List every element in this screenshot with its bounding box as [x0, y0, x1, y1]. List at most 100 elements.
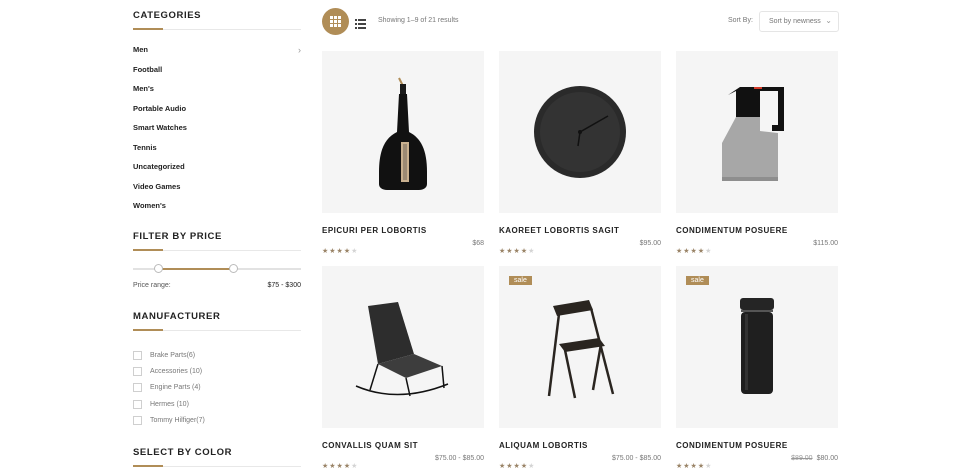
product-card[interactable]: CONVALLIS QUAM SIT ★★★★★ $75.00 - $85.00 [322, 266, 484, 470]
manufacturer-item-accessories[interactable]: Accessories (10) [133, 363, 301, 379]
slider-min-handle[interactable] [154, 264, 163, 273]
slider-max-handle[interactable] [229, 264, 238, 273]
product-image[interactable]: sale [499, 266, 661, 428]
rating-stars: ★★★★★ [322, 463, 359, 470]
category-label: Smart Watches [133, 123, 187, 132]
product-meta: ★★★★★ $75.00 - $85.00 [322, 455, 484, 470]
title-divider [133, 465, 301, 467]
manufacturer-item-engine-parts[interactable]: Engine Parts (4) [133, 380, 301, 396]
checkbox[interactable] [133, 415, 142, 425]
chevron-down-icon: ⌄ [825, 16, 832, 25]
title-divider [133, 249, 301, 251]
price-range-label: Price range: [133, 282, 171, 289]
price-current: $95.00 [639, 240, 661, 247]
product-price: $115.00 [813, 240, 838, 247]
product-card[interactable]: EPICURI PER LOBORTIS ★★★★★ $68 [322, 51, 484, 255]
price-current: $115.00 [813, 240, 838, 247]
price-old: $89.00 [791, 455, 813, 462]
product-price: $95.00 [640, 240, 661, 247]
filter-title: FILTER BY PRICE [133, 231, 222, 242]
price-slider[interactable] [133, 264, 301, 274]
grid-icon [330, 16, 341, 27]
grid-view-button[interactable] [322, 8, 349, 35]
product-price: $75.00 - $85.00 [435, 455, 484, 462]
category-item-smart-watches[interactable]: Smart Watches [133, 122, 301, 142]
product-meta: ★★★★★ $95.00 [499, 240, 661, 255]
rating-stars: ★★★★★ [499, 463, 536, 470]
result-count: Showing 1–9 of 21 results [378, 17, 459, 24]
category-item-portable-audio[interactable]: Portable Audio [133, 103, 301, 123]
manufacturer-item-brake-parts[interactable]: Brake Parts(6) [133, 347, 301, 363]
category-item-mens[interactable]: Men's [133, 83, 301, 103]
product-image[interactable]: sale [676, 266, 838, 428]
jug-image [722, 87, 784, 181]
category-label: Uncategorized [133, 162, 185, 171]
product-card[interactable]: KAOREET LOBORTIS SAGIT ★★★★★ $95.00 [499, 51, 661, 255]
product-price: $75.00 - $85.00 [612, 455, 661, 462]
product-name[interactable]: KAOREET LOBORTIS SAGIT [499, 226, 661, 235]
product-card[interactable]: sale CONDIMENTUM POSUERE ★★★★★ $89.00 $80… [676, 266, 838, 470]
list-view-button[interactable] [355, 16, 366, 29]
product-price: $89.00 $80.00 [791, 455, 838, 462]
product-name[interactable]: EPICURI PER LOBORTIS [322, 226, 484, 235]
product-name[interactable]: CONVALLIS QUAM SIT [322, 441, 484, 450]
category-label: Portable Audio [133, 103, 187, 113]
price-range-row: Price range: $75 - $300 [133, 282, 301, 289]
manufacturer-item-tommy-hilfiger[interactable]: Tommy Hilfiger(7) [133, 412, 301, 428]
product-meta: ★★★★★ $68 [322, 240, 484, 255]
checkbox[interactable] [133, 383, 142, 393]
slider-range [158, 268, 233, 270]
list-icon [355, 19, 366, 29]
category-item-football[interactable]: Football [133, 64, 301, 84]
product-image[interactable] [322, 51, 484, 213]
category-label: Football [133, 64, 163, 74]
rating-stars: ★★★★★ [676, 463, 713, 470]
category-item-video-games[interactable]: Video Games [133, 181, 301, 201]
chevron-right-icon[interactable]: › [298, 44, 301, 56]
color-widget: SELECT BY COLOR [133, 447, 301, 467]
sort-label: Sort By: [728, 17, 753, 24]
categories-title: CATEGORIES [133, 10, 202, 21]
rating-stars: ★★★★★ [499, 248, 536, 255]
title-divider [133, 329, 301, 331]
color-title: SELECT BY COLOR [133, 447, 233, 458]
bottle-image [379, 77, 427, 190]
category-item-uncategorized[interactable]: Uncategorized [133, 161, 301, 181]
checkbox[interactable] [133, 366, 142, 376]
product-name[interactable]: ALIQUAM LOBORTIS [499, 441, 661, 450]
product-card[interactable]: sale ALIQUAM LOBORTIS ★★★★★ $75.00 - $85… [499, 266, 661, 470]
product-image[interactable] [676, 51, 838, 213]
manufacturer-item-hermes[interactable]: Hermes (10) [133, 396, 301, 412]
checkbox[interactable] [133, 350, 142, 360]
sale-badge: sale [686, 276, 709, 285]
sale-badge: sale [509, 276, 532, 285]
shop-toolbar: Showing 1–9 of 21 results Sort By: Sort … [322, 8, 839, 36]
rocking-chair-image [355, 302, 449, 397]
chair-image [547, 300, 615, 399]
category-label: Tennis [133, 142, 157, 152]
category-item-men[interactable]: Men › [133, 44, 301, 64]
category-item-tennis[interactable]: Tennis [133, 142, 301, 162]
product-card[interactable]: CONDIMENTUM POSUERE ★★★★★ $115.00 [676, 51, 838, 255]
manufacturer-label: Accessories (10) [150, 367, 203, 375]
clock-image [534, 86, 626, 178]
price-current: $68 [472, 240, 484, 247]
category-item-womens[interactable]: Women's [133, 200, 301, 220]
product-name[interactable]: CONDIMENTUM POSUERE [676, 226, 838, 235]
product-name[interactable]: CONDIMENTUM POSUERE [676, 441, 838, 450]
manufacturer-label: Engine Parts (4) [150, 384, 201, 392]
sort-select[interactable]: Sort by newness ⌄ [759, 11, 839, 32]
category-label: Video Games [133, 181, 181, 191]
price-range-value: $75 - $300 [267, 282, 301, 289]
checkbox[interactable] [133, 399, 142, 409]
sort-value: Sort by newness [769, 18, 821, 25]
product-price: $68 [472, 240, 484, 247]
product-image[interactable] [322, 266, 484, 428]
manufacturer-label: Brake Parts(6) [150, 351, 196, 359]
manufacturer-list: Brake Parts(6) Accessories (10) Engine P… [133, 347, 301, 428]
product-meta: ★★★★★ $89.00 $80.00 [676, 455, 838, 470]
price-current: $80.00 [816, 455, 838, 462]
manufacturer-widget: MANUFACTURER Brake Parts(6) Accessories … [133, 311, 301, 428]
categories-widget: CATEGORIES Men › Football Men's Portable … [133, 10, 301, 220]
product-image[interactable] [499, 51, 661, 213]
